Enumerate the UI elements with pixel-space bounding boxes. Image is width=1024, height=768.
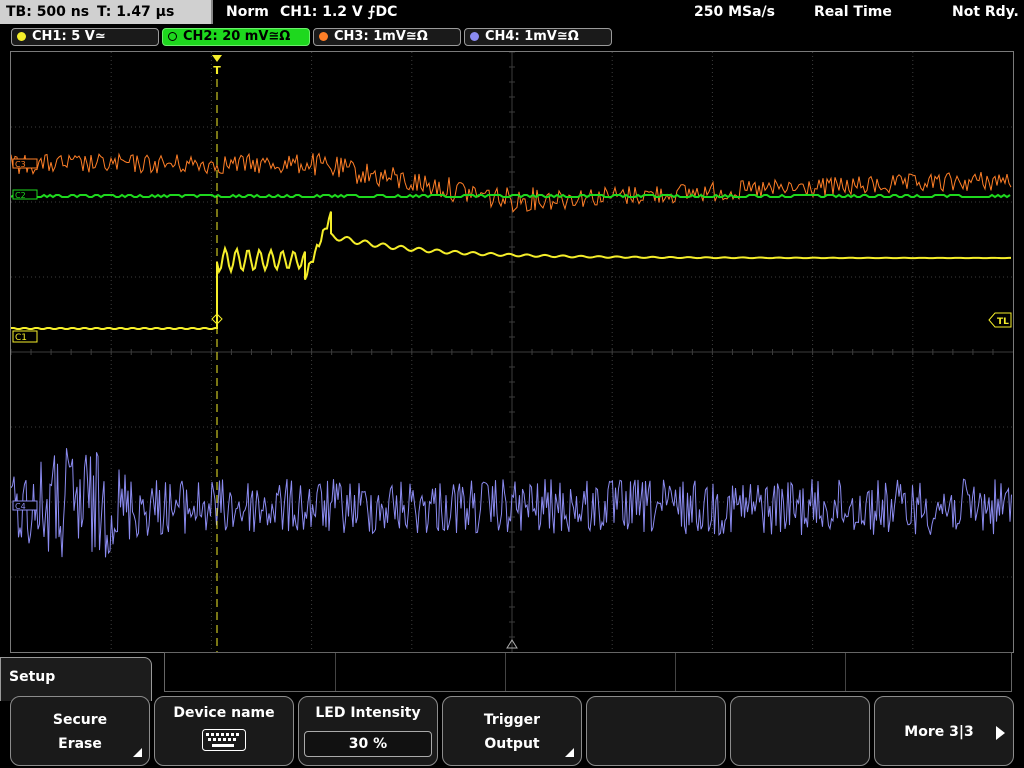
- channel-tab-ch3[interactable]: CH3: 1mV≅Ω: [313, 28, 461, 46]
- ch4-ref-label: C4: [15, 502, 26, 511]
- overview-strip[interactable]: [164, 652, 1012, 692]
- trigger-level-marker[interactable]: TL: [988, 312, 1012, 328]
- run-state: Not Rdy.: [952, 4, 1019, 20]
- softkey-empty-5[interactable]: [586, 696, 726, 766]
- softkey-secure-erase[interactable]: Secure Erase: [10, 696, 150, 766]
- status-bar: TB: 500 ns T: 1.47 µs Norm CH1: 1.2 V ⨍D…: [0, 0, 1024, 26]
- ch4-color-dot-icon: [470, 32, 479, 41]
- trigger-marker-label: T: [213, 64, 221, 77]
- ch2-trace: [11, 193, 1011, 199]
- softkey-empty-6[interactable]: [730, 696, 870, 766]
- softkey-label-2: Erase: [58, 736, 102, 752]
- softkey-led-intensity[interactable]: LED Intensity 30 %: [298, 696, 438, 766]
- channel-tab-ch4[interactable]: CH4: 1mV≅Ω: [464, 28, 612, 46]
- trigger-level-label: TL: [997, 317, 1009, 327]
- softkey-label: Trigger: [483, 712, 541, 728]
- channel-tab-ch2[interactable]: CH2: 20 mV≅Ω: [162, 28, 310, 46]
- ch3-trace: [11, 152, 1012, 213]
- ch3-color-dot-icon: [319, 32, 328, 41]
- menu-title-tab: Setup: [0, 657, 152, 701]
- trigger-marker-icon[interactable]: T: [212, 55, 222, 77]
- softkey-label: LED Intensity: [315, 705, 421, 721]
- ch2-label: CH2: 20 mV≅Ω: [183, 29, 291, 44]
- trigger-time-label: T: 1.47 µs: [97, 4, 175, 20]
- timebase-label: TB: 500 ns: [6, 4, 90, 20]
- ch2-color-dot-icon: [168, 32, 177, 41]
- ch2-reference-marker[interactable]: C2: [12, 189, 38, 200]
- waveform-traces: [11, 152, 1012, 558]
- next-page-icon: [996, 726, 1005, 740]
- ch2-ref-label: C2: [15, 191, 26, 200]
- trigger-source[interactable]: CH1: 1.2 V ⨍DC: [280, 4, 397, 20]
- softkey-label: More 3|3: [904, 724, 974, 740]
- submenu-indicator-icon: [133, 748, 142, 757]
- ch4-trace: [11, 448, 1012, 558]
- ch4-reference-marker[interactable]: C4: [12, 500, 38, 511]
- ch3-label: CH3: 1mV≅Ω: [334, 29, 428, 44]
- softkey-label-2: Output: [484, 736, 540, 752]
- ch4-label: CH4: 1mV≅Ω: [485, 29, 579, 44]
- keyboard-icon: [202, 729, 246, 751]
- channel-tab-ch1[interactable]: CH1: 5 V≃: [11, 28, 159, 46]
- softkey-label: Secure: [52, 712, 108, 728]
- ch1-trace: [11, 211, 1012, 330]
- softkey-device-name[interactable]: Device name: [154, 696, 294, 766]
- ch1-color-dot-icon: [17, 32, 26, 41]
- acquisition-mode: Real Time: [814, 4, 892, 20]
- ch3-reference-marker[interactable]: C3: [12, 158, 38, 169]
- sample-rate: 250 MSa/s: [694, 4, 776, 20]
- softkey-trigger-output[interactable]: Trigger Output: [442, 696, 582, 766]
- trigger-mode[interactable]: Norm: [226, 4, 269, 20]
- ch1-label: CH1: 5 V≃: [32, 29, 106, 44]
- submenu-indicator-icon: [565, 748, 574, 757]
- ch3-ref-label: C3: [15, 160, 26, 169]
- waveform-display[interactable]: T C1 C2 C3 C4 TL: [10, 51, 1014, 653]
- softkey-more[interactable]: More 3|3: [874, 696, 1014, 766]
- timebase-box[interactable]: TB: 500 ns T: 1.47 µs: [0, 0, 213, 24]
- led-intensity-value[interactable]: 30 %: [304, 731, 432, 757]
- graticule: [11, 52, 1013, 652]
- ch1-ref-label: C1: [15, 333, 27, 343]
- ch1-reference-marker[interactable]: C1: [12, 330, 38, 343]
- menu-title: Setup: [9, 669, 56, 685]
- softkey-label: Device name: [173, 705, 275, 721]
